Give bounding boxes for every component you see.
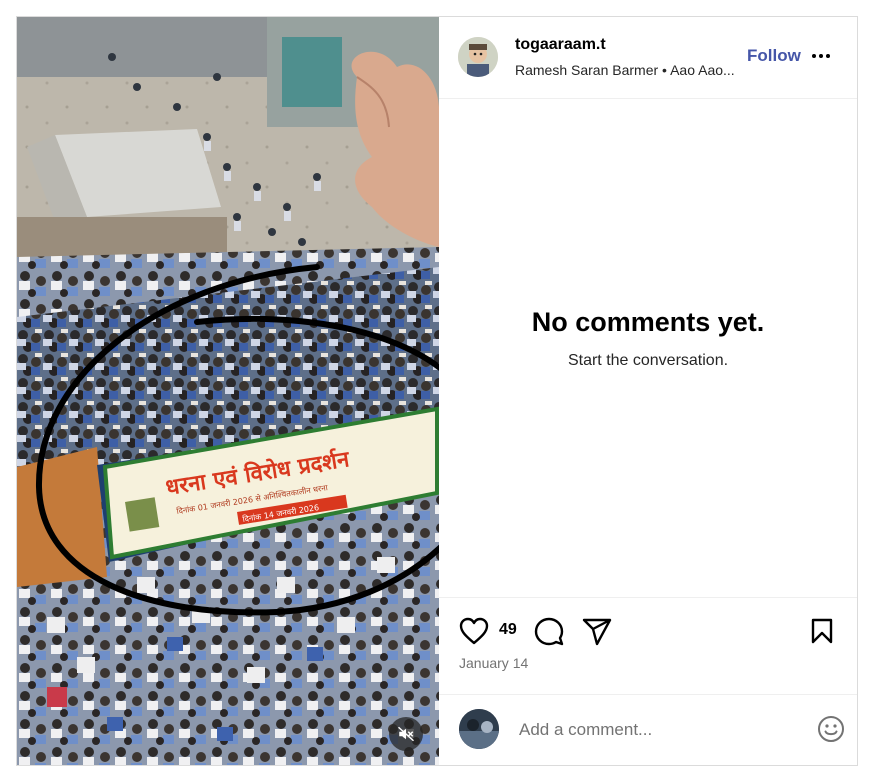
bookmark-icon[interactable] [811, 618, 833, 644]
comment-input[interactable] [517, 718, 761, 742]
more-options-icon[interactable] [812, 49, 834, 63]
post-video[interactable]: धरना एवं विरोध प्रदर्शन दिनांक 01 जनवरी … [17, 17, 439, 765]
audio-subtitle[interactable]: Ramesh Saran Barmer • Aao Aao... [515, 62, 747, 78]
heart-icon[interactable] [459, 617, 489, 645]
follow-button[interactable]: Follow [747, 46, 801, 66]
author-avatar[interactable] [458, 37, 498, 77]
empty-comments-title: No comments yet. [531, 307, 765, 337]
muted-speaker-icon [397, 726, 415, 742]
current-user-avatar [459, 709, 499, 749]
empty-comments-subtitle: Start the conversation. [567, 352, 729, 369]
share-icon[interactable] [582, 618, 612, 646]
current-user-avatar-image [459, 709, 499, 749]
post-header: togaaraam.t Ramesh Saran Barmer • Aao Aa… [439, 17, 857, 99]
emoji-icon[interactable] [817, 715, 845, 743]
divider [439, 694, 857, 695]
author-avatar-image [458, 37, 498, 77]
post-dialog: धरना एवं विरोध प्रदर्शन दिनांक 01 जनवरी … [16, 16, 858, 766]
post-date[interactable]: January 14 [459, 655, 528, 671]
comment-icon[interactable] [534, 617, 564, 647]
comments-panel: togaaraam.t Ramesh Saran Barmer • Aao Aa… [439, 17, 857, 765]
mute-button[interactable] [389, 717, 423, 751]
author-username[interactable]: togaaraam.t [515, 36, 606, 54]
like-count[interactable]: 49 [499, 621, 517, 639]
divider [439, 597, 857, 598]
video-frame: धरना एवं विरोध प्रदर्शन दिनांक 01 जनवरी … [17, 17, 439, 765]
